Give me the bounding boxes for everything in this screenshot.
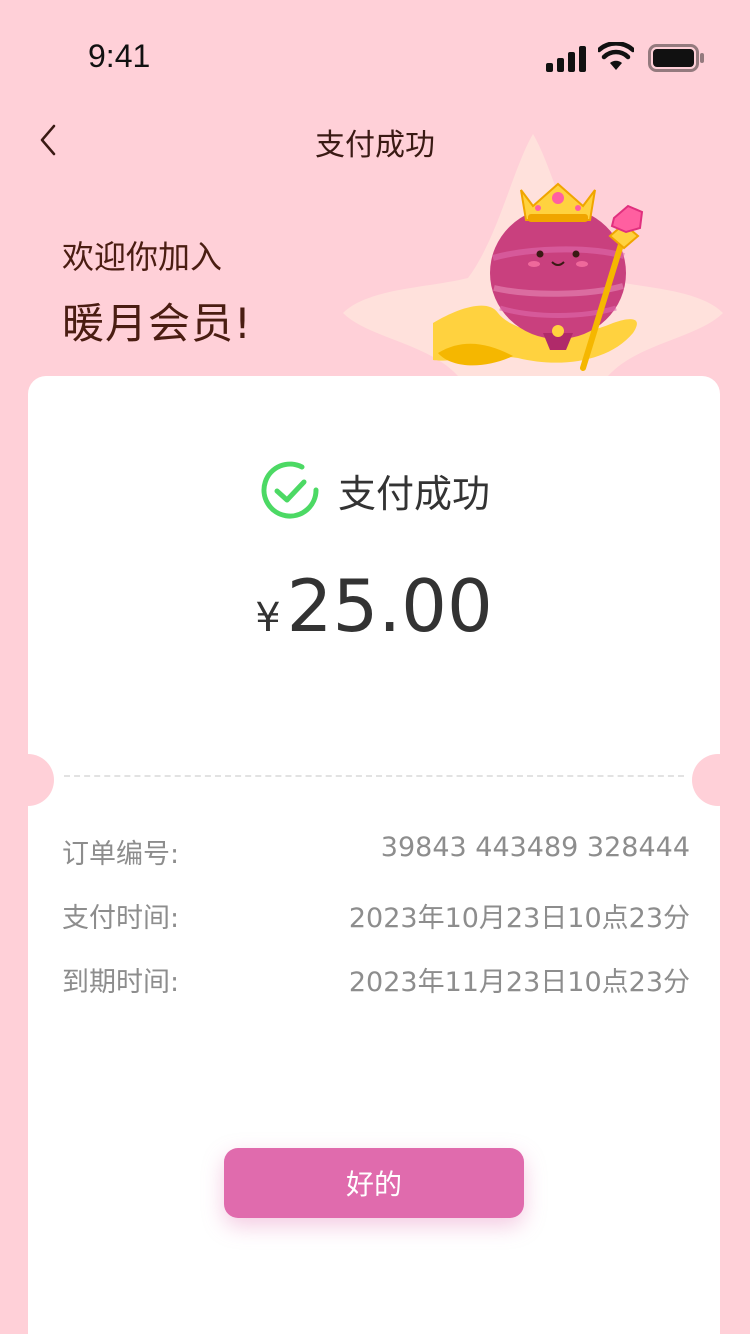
expiry-time-value: 2023年11月23日10点23分 xyxy=(348,967,690,998)
membership-title: 暖月会员! xyxy=(62,299,252,348)
status-time: 9:41 xyxy=(88,38,151,74)
detail-label: 支付时间: xyxy=(62,903,180,934)
order-number-value: 39843 443489 328444 xyxy=(380,832,690,863)
payment-time-value: 2023年10月23日10点23分 xyxy=(348,903,690,934)
check-circle-icon xyxy=(261,461,319,519)
wifi-icon xyxy=(598,42,634,70)
battery-icon xyxy=(648,44,704,72)
expiry-time-row: 到期时间: 2023年11月23日10点23分 xyxy=(62,960,690,1024)
ticket-notch-right xyxy=(692,754,744,806)
order-number-row: 订单编号: 39843 443489 328444 xyxy=(62,832,690,896)
mascot-illustration xyxy=(343,134,723,376)
payment-card: 支付成功 ¥ 25.00 订单编号: 39843 443489 328444 支… xyxy=(28,376,720,1334)
welcome-text: 欢迎你加入 xyxy=(62,238,223,276)
divider xyxy=(64,775,684,777)
payment-time-row: 支付时间: 2023年10月23日10点23分 xyxy=(62,896,690,960)
detail-label: 到期时间: xyxy=(62,967,180,998)
status-bar: 9:41 xyxy=(0,0,750,88)
ok-button[interactable]: 好的 xyxy=(224,1148,524,1218)
currency-symbol: ¥ xyxy=(255,595,281,641)
detail-label: 订单编号: xyxy=(62,839,180,870)
amount-value: 25.00 xyxy=(286,564,493,648)
ticket-notch-left xyxy=(2,754,54,806)
payment-status-text: 支付成功 xyxy=(337,471,490,516)
signal-icon xyxy=(546,46,586,72)
payment-status: 支付成功 xyxy=(28,458,720,522)
order-details: 订单编号: 39843 443489 328444 支付时间: 2023年10月… xyxy=(62,832,690,1024)
payment-amount: ¥ 25.00 xyxy=(28,564,720,648)
